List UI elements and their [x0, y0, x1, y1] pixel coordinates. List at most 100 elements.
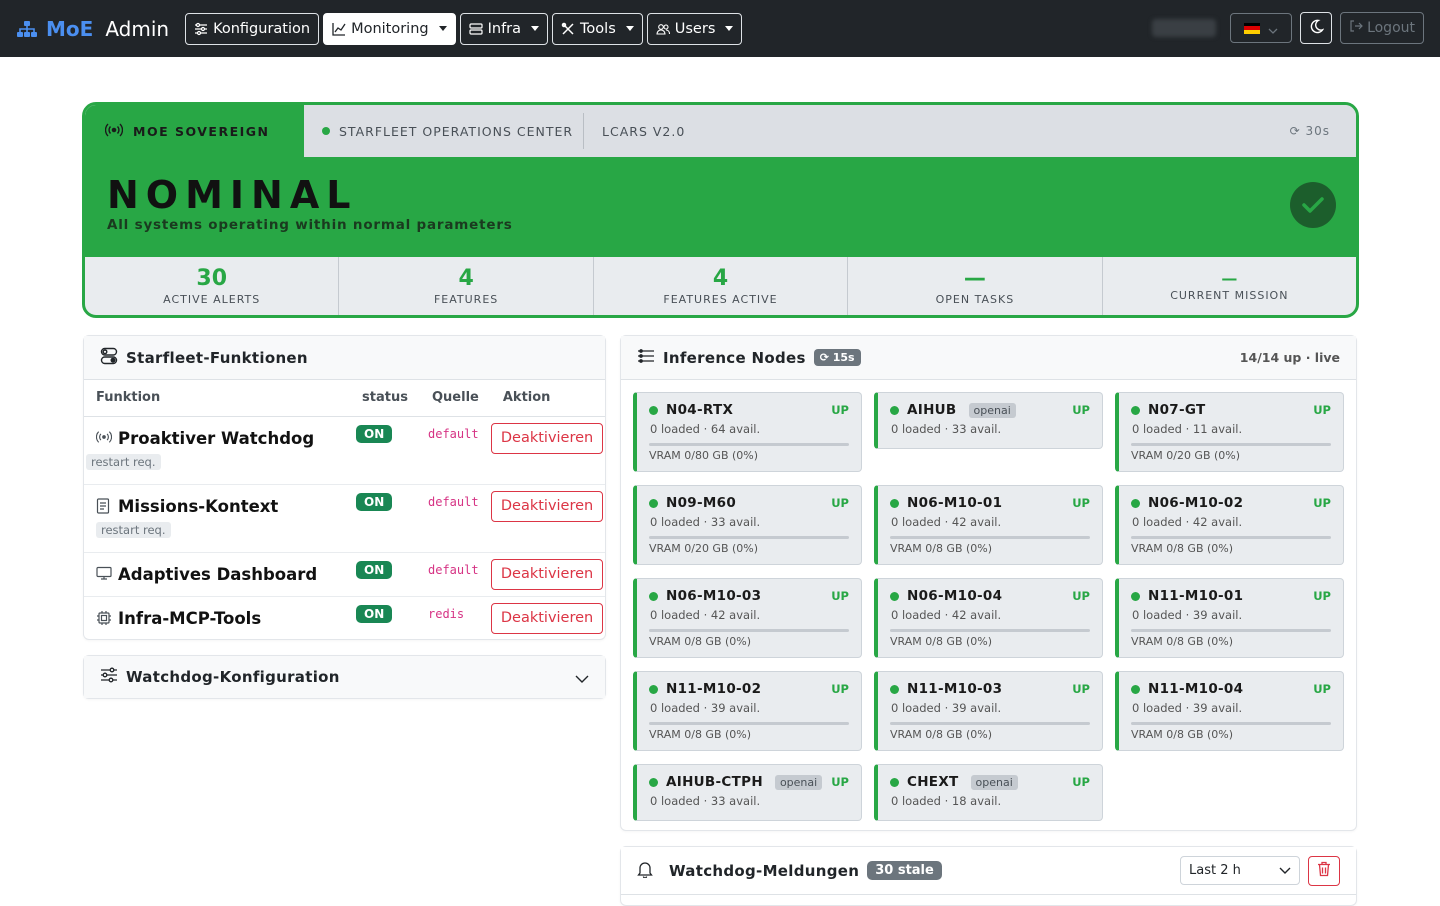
nodes-summary: 14/14 up · live: [1239, 350, 1340, 365]
chevron-down-icon[interactable]: [575, 668, 589, 687]
toggles-icon: [100, 347, 118, 369]
system-state-subtitle: All systems operating within normal para…: [107, 217, 513, 233]
feature-status-cell: ON: [350, 484, 420, 553]
features-title: Starfleet-Funktionen: [126, 348, 308, 367]
col-aktion: Aktion: [490, 380, 605, 417]
node-header: N11-M10-03 UP: [890, 681, 1090, 697]
vram-bar: [649, 443, 849, 446]
node-vram: VRAM 0/20 GB (0%): [649, 542, 759, 555]
node-vram: VRAM 0/80 GB (0%): [649, 449, 759, 462]
stat-label: CURRENT MISSION: [1170, 288, 1289, 302]
node-status: UP: [831, 496, 849, 510]
node-status: UP: [831, 589, 849, 603]
nodes-title: Inference Nodes: [663, 348, 806, 367]
node-vram: VRAM 0/20 GB (0%): [1131, 449, 1241, 462]
feature-source-cell: default: [420, 552, 491, 597]
feature-name: Adaptives Dashboard: [118, 564, 318, 584]
node-card[interactable]: N09-M60 UP 0 loaded · 33 avail. VRAM 0/20 G…: [633, 485, 862, 565]
node-load: 0 loaded · 39 avail.: [1132, 608, 1243, 622]
nodes-refresh-badge: ⟳ 15s: [813, 349, 861, 366]
deactivate-button[interactable]: Deaktivieren: [490, 558, 604, 590]
node-name: N11-M10-02: [666, 681, 762, 697]
table-row: Proaktiver Watchdog restart req. ON defa…: [84, 416, 605, 485]
nav-tools[interactable]: Tools: [552, 12, 643, 45]
node-card[interactable]: N11-M10-04 UP 0 loaded · 39 avail. VRAM 0/8…: [1115, 671, 1344, 751]
node-status: UP: [1072, 775, 1090, 789]
node-card[interactable]: N06-M10-01 UP 0 loaded · 42 avail. VRAM 0/8…: [874, 485, 1103, 565]
node-card[interactable]: N11-M10-02 UP 0 loaded · 39 avail. VRAM 0/8…: [633, 671, 862, 751]
node-card[interactable]: AIHUB-CTPH openai UP 0 loaded · 33 avail.: [633, 764, 862, 821]
feature-name: Infra-MCP-Tools: [118, 608, 262, 628]
nav-tools-label: Tools: [580, 20, 616, 37]
node-header: N06-M10-01 UP: [890, 495, 1090, 511]
inference-nodes-card: Inference Nodes ⟳ 15s 14/14 up · live N0…: [620, 335, 1357, 831]
deactivate-button[interactable]: Deaktivieren: [490, 490, 604, 522]
sitemap-icon: [16, 18, 38, 40]
chart-icon: [332, 22, 346, 36]
source-value: redis: [428, 606, 465, 621]
system-state: NOMINAL: [107, 173, 358, 217]
col-quelle: Quelle: [420, 380, 491, 417]
node-load: 0 loaded · 39 avail.: [1132, 701, 1243, 715]
status-badge: ON: [356, 560, 393, 579]
cpu-icon: [96, 610, 112, 626]
node-header: N06-M10-02 UP: [1131, 495, 1331, 511]
node-card[interactable]: N07-GT UP 0 loaded · 11 avail. VRAM 0/20 GB…: [1115, 392, 1344, 472]
nav-infra[interactable]: Infra: [459, 12, 549, 45]
watchdog-config-card[interactable]: Watchdog-Konfiguration: [83, 655, 606, 699]
node-name: N06-M10-02: [1148, 495, 1244, 511]
watchdog-config-header[interactable]: Watchdog-Konfiguration: [84, 656, 605, 698]
deactivate-button[interactable]: Deaktivieren: [490, 602, 604, 634]
node-card[interactable]: AIHUB openai UP 0 loaded · 33 avail.: [874, 392, 1103, 449]
nav-konfiguration[interactable]: Konfiguration: [185, 12, 320, 45]
feature-source-cell: default: [420, 416, 491, 485]
time-range-value: Last 2 h: [1189, 863, 1241, 878]
server-icon: [469, 22, 483, 36]
node-load: 0 loaded · 42 avail.: [891, 515, 1002, 529]
deactivate-button[interactable]: Deaktivieren: [490, 422, 604, 454]
status-dot: [1131, 405, 1140, 415]
chevron-down-icon: [438, 26, 447, 31]
document-icon: [96, 498, 112, 514]
vram-bar: [1131, 536, 1331, 539]
node-status: UP: [1072, 589, 1090, 603]
language-selector[interactable]: [1230, 13, 1293, 43]
feature-name-cell: Adaptives Dashboard: [84, 552, 350, 597]
status-center-label: STARFLEET OPERATIONS CENTER: [339, 123, 574, 139]
node-card[interactable]: N06-M10-03 UP 0 loaded · 42 avail. VRAM 0/8…: [633, 578, 862, 658]
node-load: 0 loaded · 42 avail.: [891, 608, 1002, 622]
vram-bar: [1131, 443, 1331, 446]
node-status: UP: [1072, 496, 1090, 510]
node-load: 0 loaded · 11 avail.: [1132, 422, 1243, 436]
chevron-down-icon: [725, 26, 734, 31]
node-load: 0 loaded · 42 avail.: [1132, 515, 1243, 529]
node-card[interactable]: N11-M10-01 UP 0 loaded · 39 avail. VRAM 0/8…: [1115, 578, 1344, 658]
status-version: LCARS V2.0: [602, 123, 686, 139]
node-card[interactable]: N04-RTX UP 0 loaded · 64 avail. VRAM 0/80 G…: [633, 392, 862, 472]
node-card[interactable]: N11-M10-03 UP 0 loaded · 39 avail. VRAM 0/8…: [874, 671, 1103, 751]
theme-toggle-button[interactable]: [1300, 12, 1333, 44]
vram-bar: [890, 536, 1090, 539]
stat-current-mission: — CURRENT MISSION: [1103, 257, 1356, 315]
node-load: 0 loaded · 18 avail.: [891, 794, 1002, 808]
brand[interactable]: MoE Admin: [16, 17, 169, 41]
node-header: N11-M10-01 UP: [1131, 588, 1331, 604]
node-card[interactable]: CHEXT openai UP 0 loaded · 18 avail.: [874, 764, 1103, 821]
feature-name-cell: Infra-MCP-Tools: [84, 596, 350, 640]
stat-value: 30: [196, 265, 228, 291]
time-range-select[interactable]: Last 2 h: [1180, 856, 1300, 885]
user-name-blurred: [1152, 19, 1217, 37]
nav-monitoring[interactable]: Monitoring: [323, 12, 456, 45]
node-card[interactable]: N06-M10-04 UP 0 loaded · 42 avail. VRAM 0/8…: [874, 578, 1103, 658]
clear-messages-button[interactable]: [1308, 855, 1340, 886]
trash-icon: [1317, 861, 1331, 881]
feature-name: Proaktiver Watchdog: [118, 428, 315, 448]
logout-button[interactable]: Logout: [1340, 12, 1424, 44]
node-load: 0 loaded · 64 avail.: [650, 422, 761, 436]
node-name: N06-M10-04: [907, 588, 1003, 604]
stat-label: OPEN TASKS: [935, 292, 1015, 306]
nav-users[interactable]: Users: [646, 12, 743, 45]
node-header: N06-M10-04 UP: [890, 588, 1090, 604]
node-status: UP: [1313, 403, 1331, 417]
node-card[interactable]: N06-M10-02 UP 0 loaded · 42 avail. VRAM 0/8…: [1115, 485, 1344, 565]
